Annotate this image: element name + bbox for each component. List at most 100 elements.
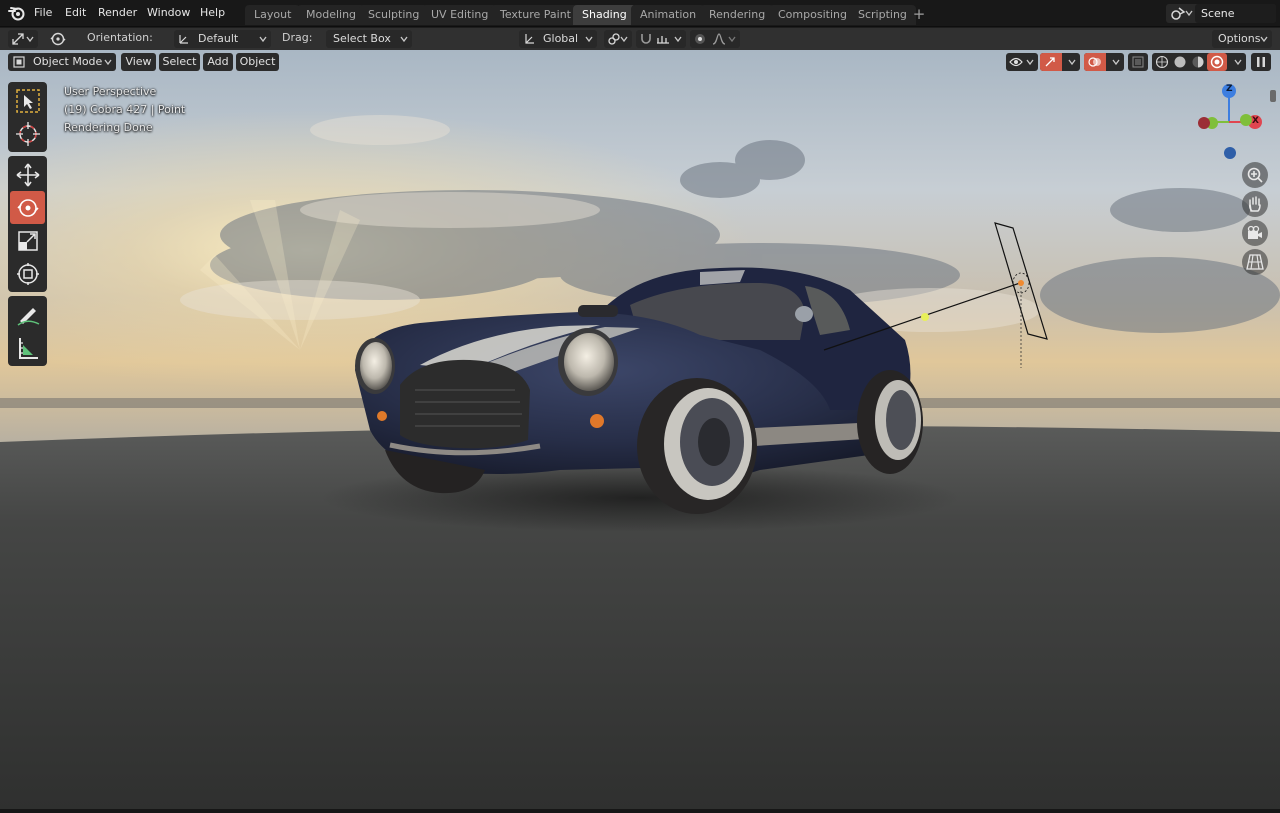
view-menu[interactable]: View (121, 53, 156, 71)
scene-selector[interactable]: Scene (1166, 4, 1276, 23)
rotate-mode-button[interactable] (46, 30, 72, 48)
global-axes-icon (525, 34, 534, 44)
tab-uv-editing[interactable]: UV Editing (422, 5, 498, 25)
snap-toggle-group[interactable] (636, 30, 686, 48)
tab-shading[interactable]: Shading (573, 5, 636, 25)
orientation-axes-icon (179, 35, 188, 44)
active-tool-dropdown[interactable] (8, 30, 38, 48)
chevron-down-icon (1234, 58, 1242, 66)
pan-hand-icon (1249, 196, 1261, 212)
annotate-tool[interactable] (10, 298, 45, 331)
chevron-down-icon (620, 35, 628, 43)
orientation-dropdown[interactable]: Default (174, 30, 271, 48)
3d-viewport[interactable]: Z X Object Mode View Select Add Object U… (0, 50, 1280, 809)
add-workspace-button[interactable]: + (910, 6, 928, 24)
tab-animation[interactable]: Animation (631, 5, 706, 25)
rendered-shading-icon[interactable] (1210, 55, 1224, 69)
select-menu[interactable]: Select (159, 53, 200, 71)
blender-logo-icon[interactable] (8, 5, 26, 21)
tab-texture-paint[interactable]: Texture Paint (491, 5, 580, 25)
measure-icon (19, 338, 38, 359)
gizmo-z-label: Z (1226, 84, 1233, 94)
object-mode-dropdown[interactable]: Object Mode (8, 53, 116, 71)
measure-tool[interactable] (10, 331, 45, 364)
chevron-down-icon (1068, 58, 1076, 66)
tab-layout[interactable]: Layout (245, 5, 301, 25)
chevron-down-icon (674, 35, 682, 43)
chevron-down-icon (259, 35, 267, 43)
proportional-editing-icon (695, 34, 705, 44)
chevron-down-icon (1260, 35, 1268, 43)
material-preview-icon[interactable] (1191, 55, 1205, 69)
chevron-down-icon (585, 35, 593, 43)
menu-edit[interactable]: Edit (65, 6, 86, 19)
scene-name-field[interactable]: Scene (1195, 4, 1276, 23)
gizmo-x-label: X (1252, 116, 1259, 126)
options-dropdown[interactable]: Options (1212, 30, 1272, 48)
snap-increment-icon (657, 36, 669, 44)
gizmo-toggle[interactable] (1040, 53, 1080, 71)
tab-sculpting[interactable]: Sculpting (359, 5, 429, 25)
drag-label: Drag: (282, 31, 313, 44)
transform-orientation-dropdown[interactable]: Global (519, 30, 597, 48)
transform-icon (17, 263, 39, 285)
mode-value: Object Mode (33, 55, 103, 68)
cursor-tool[interactable] (10, 117, 45, 150)
falloff-curve-icon (712, 33, 726, 45)
zoom-icon (1247, 167, 1263, 183)
drag-value: Select Box (333, 32, 391, 45)
annotation-tools (8, 296, 47, 366)
move-icon (16, 163, 40, 187)
shading-modes[interactable] (1152, 53, 1246, 71)
tab-rendering[interactable]: Rendering (700, 5, 775, 25)
visibility-dropdown[interactable] (1006, 53, 1038, 71)
menu-file[interactable]: File (34, 6, 52, 19)
chevron-down-icon (728, 35, 736, 43)
zoom-button[interactable] (1242, 162, 1268, 188)
overlays-toggle[interactable] (1084, 53, 1124, 71)
sidebar-toggle[interactable] (1251, 53, 1271, 71)
menu-window[interactable]: Window (147, 6, 190, 19)
transform-tool[interactable] (10, 257, 45, 290)
solid-shading-icon[interactable] (1173, 55, 1187, 69)
scene-icon (1171, 7, 1186, 20)
camera-view-icon (1247, 225, 1262, 239)
object-mode-icon (13, 56, 25, 68)
transform-orientation-value: Global (543, 32, 579, 45)
orientation-label: Orientation: (87, 31, 153, 44)
selection-tools (8, 82, 47, 152)
menu-render[interactable]: Render (98, 6, 137, 19)
chevron-down-icon (1185, 7, 1195, 19)
object-menu[interactable]: Object (236, 53, 279, 71)
menu-help[interactable]: Help (200, 6, 225, 19)
transform-tool-icon (12, 33, 24, 45)
pivot-link-icon (608, 33, 620, 45)
select-box-tool[interactable] (10, 84, 45, 117)
gizmo-arrows-icon (1045, 57, 1055, 67)
xray-toggle[interactable] (1128, 53, 1148, 71)
scale-icon (18, 231, 38, 251)
move-tool[interactable] (10, 158, 45, 191)
plus-icon: + (912, 5, 926, 23)
pivot-point-dropdown[interactable] (604, 30, 632, 48)
bottom-border (0, 809, 1280, 813)
render-status-text: Rendering Done (64, 121, 153, 134)
wireframe-shading-icon[interactable] (1155, 55, 1169, 69)
snap-magnet-icon (641, 34, 651, 44)
drag-dropdown[interactable]: Select Box (326, 30, 412, 48)
camera-view-button[interactable] (1242, 220, 1268, 246)
scale-tool[interactable] (10, 224, 45, 257)
proportional-editing-group[interactable] (690, 30, 740, 48)
chevron-down-icon (1026, 58, 1034, 66)
sidebar-edge-handle[interactable] (1270, 90, 1276, 102)
add-menu[interactable]: Add (203, 53, 233, 71)
tab-compositing[interactable]: Compositing (769, 5, 856, 25)
tab-scripting[interactable]: Scripting (849, 5, 916, 25)
chevron-down-icon (26, 35, 34, 43)
rotate-tool[interactable] (10, 191, 45, 224)
tab-modeling[interactable]: Modeling (297, 5, 366, 25)
pan-button[interactable] (1242, 191, 1268, 217)
chevron-down-icon (104, 58, 112, 66)
ortho-toggle-button[interactable] (1242, 249, 1268, 275)
options-label: Options (1218, 32, 1261, 45)
